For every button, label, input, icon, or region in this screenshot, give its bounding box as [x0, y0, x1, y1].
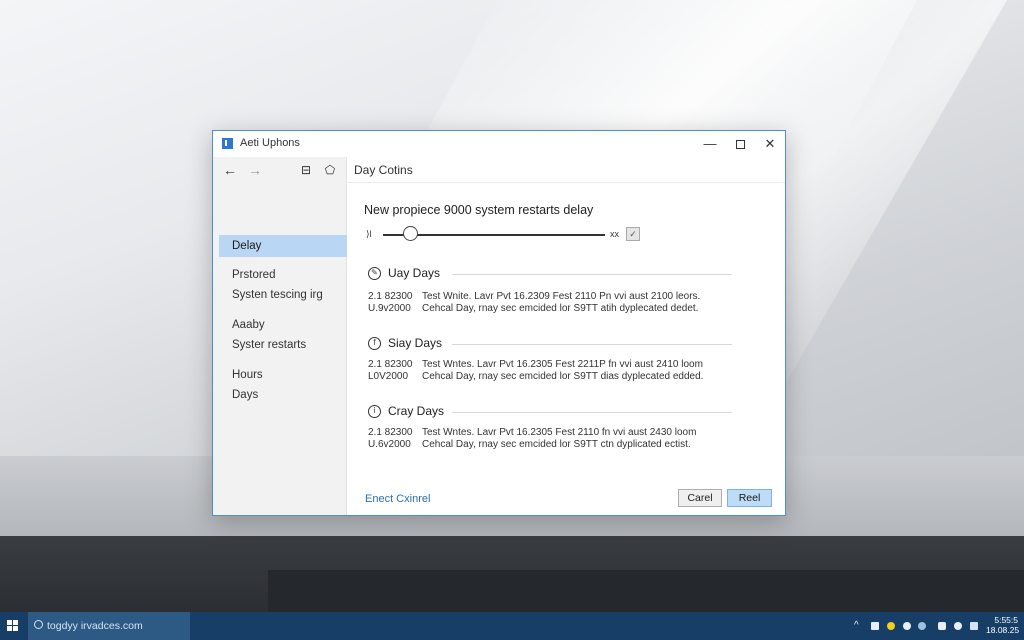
section-cray-days: ⅰ Cray Days 2.1 82300 Test Wntes. Lavr Pv…: [368, 403, 732, 450]
sidebar-item-delay[interactable]: Delay: [219, 235, 347, 257]
list-item: U.6v2000 Cehcal Day, rnay sec emcided lor…: [368, 439, 691, 450]
start-button[interactable]: [0, 612, 26, 640]
slider-min-label: ⟩l: [366, 229, 372, 239]
list-item: 2.1 82300 Test Wntes. Lavr Pvt 16.2305 Fe…: [368, 427, 696, 438]
section-header: f Siay Days: [368, 335, 732, 353]
close-button[interactable]: ✕: [755, 133, 785, 155]
content-header: Day Cotins: [348, 157, 785, 183]
system-clock[interactable]: 5:55:5 18.08.25: [986, 615, 1020, 635]
row-code: 2.1 82300: [368, 291, 413, 302]
windows-logo-icon: [7, 620, 19, 632]
info-icon[interactable]: f: [368, 337, 381, 350]
section-divider: [452, 274, 732, 275]
view-icon[interactable]: ⊟: [297, 161, 315, 179]
section-header: ✎ Uay Days: [368, 265, 732, 283]
minimize-button[interactable]: —: [695, 133, 725, 155]
network-icon[interactable]: [871, 622, 879, 630]
sidebar-item-days[interactable]: Days: [219, 384, 347, 406]
back-arrow-icon[interactable]: ←: [221, 161, 239, 179]
window-title: Aeti Uphons: [240, 137, 300, 149]
section-divider: [452, 344, 732, 345]
navigation-bar: ← → ⊟ ⬠: [213, 157, 347, 183]
footer-link[interactable]: Enect Cxinrel: [365, 493, 430, 505]
slider-max-label: xx: [610, 229, 619, 239]
clock-icon[interactable]: ⅰ: [368, 405, 381, 418]
row-code: U.9v2000: [368, 303, 411, 314]
content-pane: New propiece 9000 system restarts delay …: [348, 183, 785, 515]
tray-chevron-icon[interactable]: ^: [854, 620, 859, 631]
action-center-icon[interactable]: [970, 622, 978, 630]
ok-button[interactable]: Reel: [727, 489, 772, 507]
page-title: Day Cotins: [354, 163, 413, 177]
list-item: 2.1 82300 Test Wntes. Lavr Pvt 16.2305 Fe…: [368, 359, 703, 370]
section-siay-days: f Siay Days 2.1 82300 Test Wntes. Lavr Pv…: [368, 335, 732, 382]
row-text: Cehcal Day, rnay sec emcided lor S9TT at…: [422, 303, 699, 314]
sidebar-item-system-testing[interactable]: Systen tescing irg: [219, 284, 347, 306]
search-icon: [34, 620, 43, 629]
pin-icon[interactable]: ⬠: [321, 161, 339, 179]
row-text: Test Wnite. Lavr Pvt 16.2309 Fest 2110 P…: [422, 291, 701, 302]
section-header: ⅰ Cray Days: [368, 403, 732, 421]
row-code: 2.1 82300: [368, 359, 413, 370]
section-uay-days: ✎ Uay Days 2.1 82300 Test Wnite. Lavr Pvt…: [368, 265, 732, 314]
sidebar-item-aaaby[interactable]: Aaaby: [219, 314, 347, 336]
maximize-button[interactable]: [725, 133, 755, 155]
keyboard-icon[interactable]: [938, 622, 946, 630]
row-text: Test Wntes. Lavr Pvt 16.2305 Fest 2110 f…: [422, 427, 697, 438]
clock-date: 18.08.25: [986, 625, 1020, 635]
battery-icon[interactable]: [918, 622, 926, 630]
slider-label: New propiece 9000 system restarts delay: [364, 203, 594, 217]
list-item: 2.1 82300 Test Wnite. Lavr Pvt 16.2309 Fe…: [368, 291, 700, 302]
title-bar[interactable]: Aeti Uphons — ✕: [213, 131, 785, 157]
row-code: L0V2000: [368, 371, 409, 382]
row-text: Cehcal Day, rnay sec emcided lor S9TT ct…: [422, 439, 691, 450]
desk-base: [268, 570, 1024, 612]
list-item: L0V2000 Cehcal Day, rnay sec emcided lor …: [368, 371, 703, 382]
section-title: Siay Days: [388, 336, 443, 350]
slider-confirm-checkbox[interactable]: ✓: [626, 227, 640, 241]
sidebar-item-prstored[interactable]: Prstored: [219, 264, 347, 286]
delay-slider-thumb[interactable]: [402, 226, 418, 241]
search-text: togdyy irvadces.com: [47, 620, 143, 632]
row-code: 2.1 82300: [368, 427, 413, 438]
taskbar-search[interactable]: togdyy irvadces.com: [28, 612, 190, 640]
options-window: Aeti Uphons — ✕ Delay Prstored Systen te…: [212, 130, 786, 516]
sidebar: Delay Prstored Systen tescing irg Aaaby …: [213, 157, 347, 515]
section-title: Uay Days: [388, 266, 441, 280]
row-text: Cehcal Day, rnay sec emcided lor S9TT di…: [422, 371, 704, 382]
sidebar-item-hours[interactable]: Hours: [219, 364, 347, 386]
edit-icon[interactable]: ✎: [368, 267, 381, 280]
volume-icon[interactable]: [903, 622, 911, 630]
cancel-button[interactable]: Carel: [678, 489, 722, 507]
maximize-icon: [735, 140, 745, 150]
row-text: Test Wntes. Lavr Pvt 16.2305 Fest 2211P …: [422, 359, 703, 370]
settings-icon[interactable]: [954, 622, 962, 630]
clock-time: 5:55:5: [994, 615, 1018, 625]
notification-dot-icon[interactable]: [887, 622, 895, 630]
app-icon: [222, 138, 233, 149]
sidebar-item-system-restarts[interactable]: Syster restarts: [219, 334, 347, 356]
row-code: U.6v2000: [368, 439, 411, 450]
taskbar: togdyy irvadces.com ^ 5:55:5 18.08.25: [0, 612, 1024, 640]
list-item: U.9v2000 Cehcal Day, rnay sec emcided lor…: [368, 303, 698, 314]
section-title: Cray Days: [388, 404, 445, 418]
forward-arrow-icon[interactable]: →: [246, 161, 264, 179]
section-divider: [452, 412, 732, 413]
